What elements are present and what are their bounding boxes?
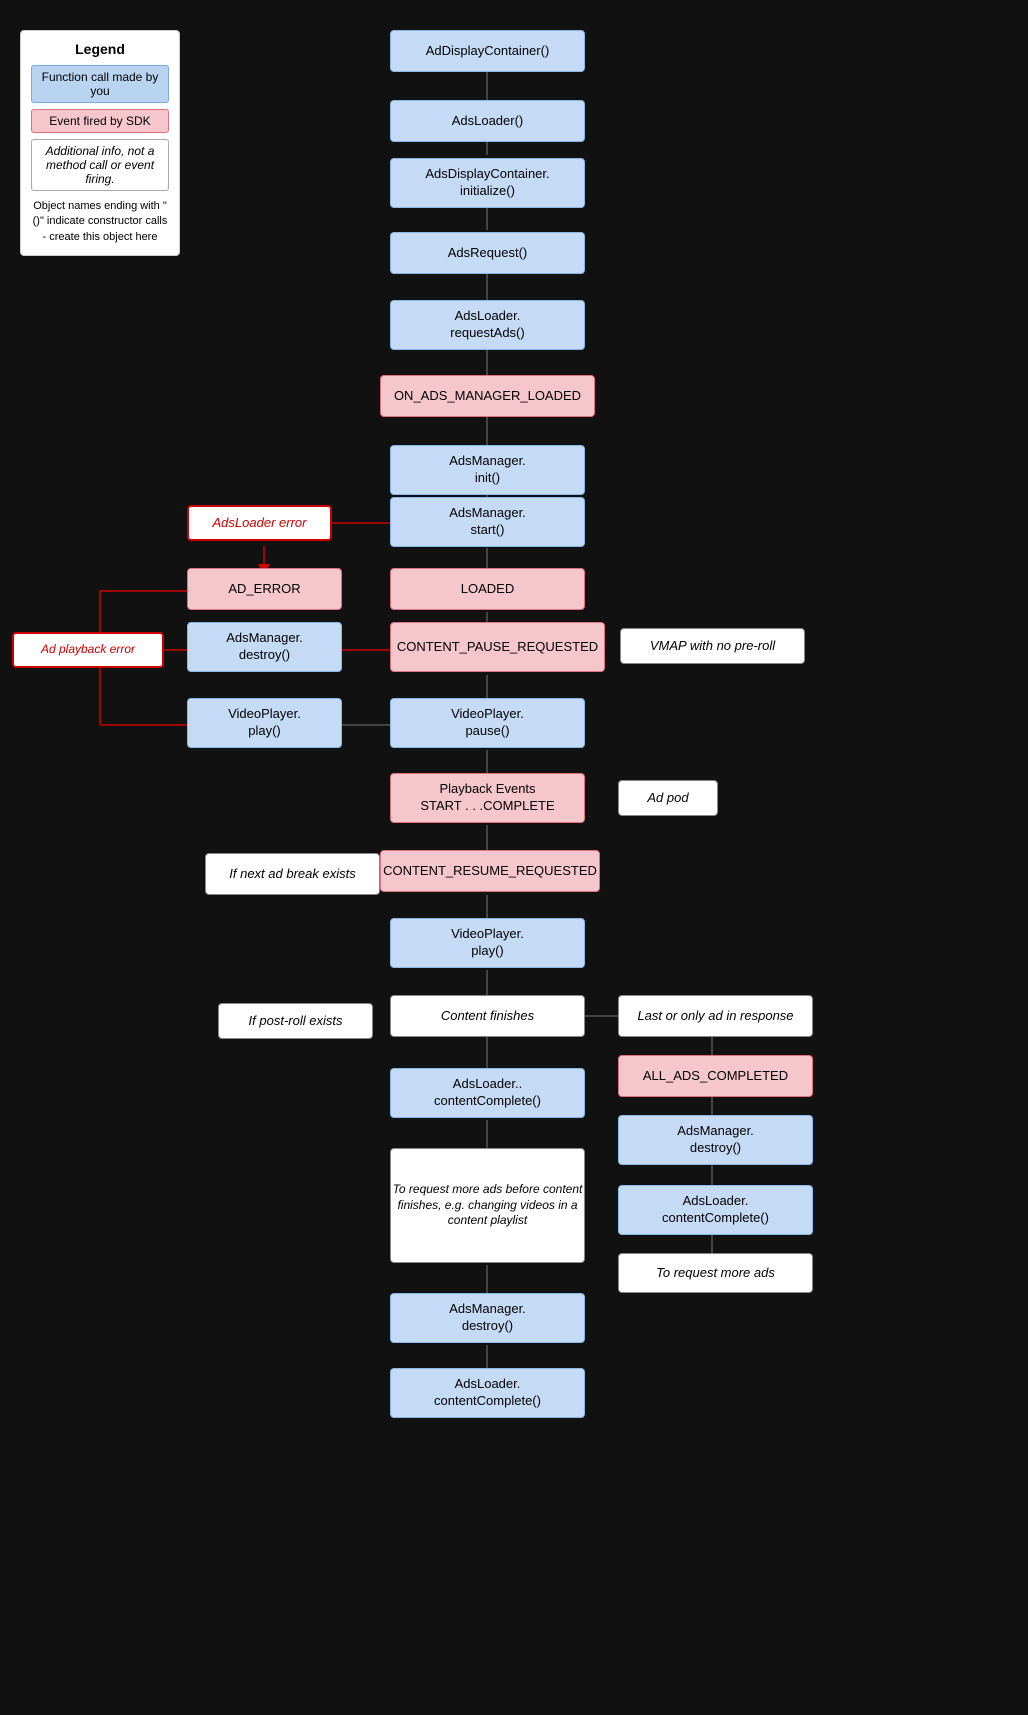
legend-title: Legend — [31, 41, 169, 57]
video-player-play1-box: VideoPlayer.play() — [187, 698, 342, 748]
diagram-container: Legend Function call made by you Event f… — [0, 0, 1028, 1715]
ads-loader-box: AdsLoader() — [390, 100, 585, 142]
legend: Legend Function call made by you Event f… — [20, 30, 180, 256]
ads-loader-content-complete2-box: AdsLoader.contentComplete() — [618, 1185, 813, 1235]
if-post-roll-exists-box: If post-roll exists — [218, 1003, 373, 1039]
vmap-no-preroll-box: VMAP with no pre-roll — [620, 628, 805, 664]
request-more-ads-info-box: To request more ads before content finis… — [390, 1148, 585, 1263]
ads-loader-error-box: AdsLoader error — [187, 505, 332, 541]
ads-loader-request-ads-box: AdsLoader.requestAds() — [390, 300, 585, 350]
ad-playback-error-box: Ad playback error — [12, 632, 164, 668]
video-player-play2-box: VideoPlayer.play() — [390, 918, 585, 968]
ad-display-container-box: AdDisplayContainer() — [390, 30, 585, 72]
legend-note: Object names ending with "()" indicate c… — [31, 199, 169, 245]
loaded-box: LOADED — [390, 568, 585, 610]
ads-display-container-init-box: AdsDisplayContainer.initialize() — [390, 158, 585, 208]
to-request-more-ads-box: To request more ads — [618, 1253, 813, 1293]
ads-manager-init-box: AdsManager.init() — [390, 445, 585, 495]
playback-events-box: Playback EventsSTART . . .COMPLETE — [390, 773, 585, 823]
legend-event-fired: Event fired by SDK — [31, 109, 169, 133]
ads-manager-destroy-left-box: AdsManager.destroy() — [187, 622, 342, 672]
legend-function-call: Function call made by you — [31, 65, 169, 103]
ads-manager-destroy-bottom-box: AdsManager.destroy() — [390, 1293, 585, 1343]
ads-loader-content-complete3-box: AdsLoader.contentComplete() — [390, 1368, 585, 1418]
content-resume-requested-box: CONTENT_RESUME_REQUESTED — [380, 850, 600, 892]
if-next-ad-break-box: If next ad break exists — [205, 853, 380, 895]
last-or-only-ad-box: Last or only ad in response — [618, 995, 813, 1037]
ads-loader-content-complete1-box: AdsLoader..contentComplete() — [390, 1068, 585, 1118]
ads-manager-destroy-right-box: AdsManager.destroy() — [618, 1115, 813, 1165]
on-ads-manager-loaded-box: ON_ADS_MANAGER_LOADED — [380, 375, 595, 417]
legend-additional-info: Additional info, not a method call or ev… — [31, 139, 169, 191]
ad-pod-box: Ad pod — [618, 780, 718, 816]
ads-manager-start-box: AdsManager.start() — [390, 497, 585, 547]
ad-error-box: AD_ERROR — [187, 568, 342, 610]
content-finishes-box: Content finishes — [390, 995, 585, 1037]
all-ads-completed-box: ALL_ADS_COMPLETED — [618, 1055, 813, 1097]
content-pause-requested-box: CONTENT_PAUSE_REQUESTED — [390, 622, 605, 672]
ads-request-box: AdsRequest() — [390, 232, 585, 274]
video-player-pause-box: VideoPlayer.pause() — [390, 698, 585, 748]
